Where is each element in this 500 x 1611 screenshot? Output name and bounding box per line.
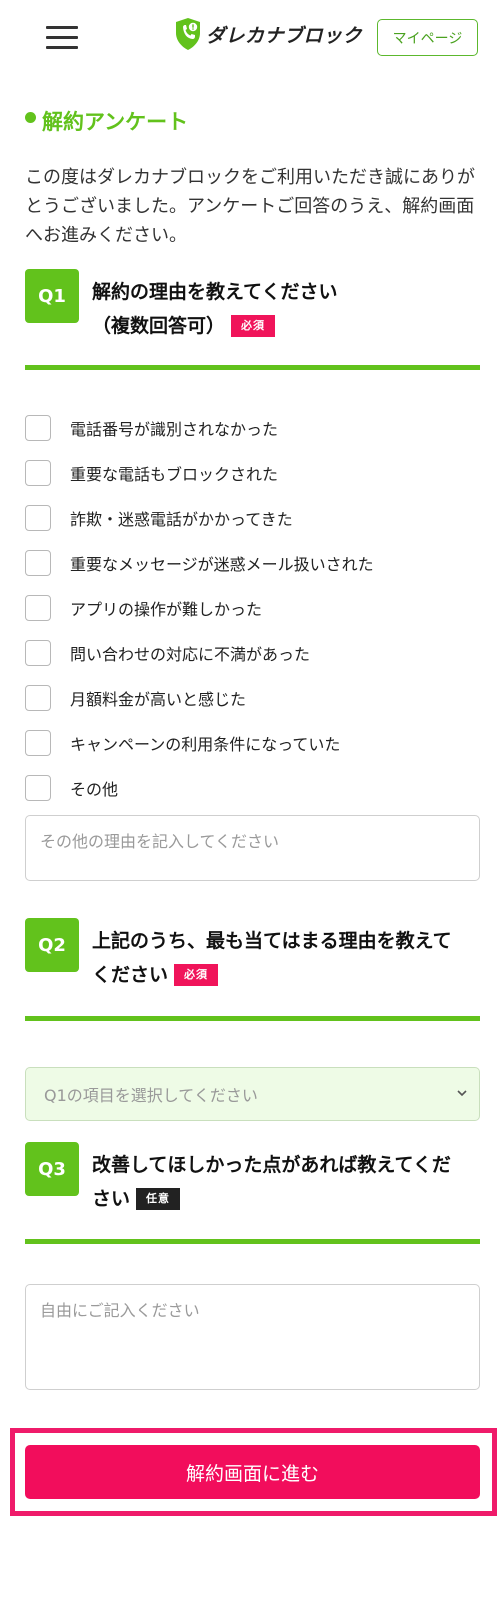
q3-title-line2: さい — [92, 1188, 131, 1210]
checkbox-option[interactable]: 電話番号が識別されなかった — [25, 415, 278, 441]
checkbox-label: 月額料金が高いと感じた — [70, 690, 247, 709]
checkbox-option[interactable]: 重要なメッセージが迷惑メール扱いされた — [25, 550, 374, 576]
checkbox-label: キャンペーンの利用条件になっていた — [70, 735, 341, 754]
checkbox[interactable] — [25, 595, 51, 621]
q2-badge: Q2 — [25, 918, 79, 972]
select-placeholder: Q1の項目を選択してください — [44, 1086, 258, 1105]
primary-reason-select[interactable]: Q1の項目を選択してください — [25, 1067, 480, 1121]
checkbox-option[interactable]: 問い合わせの対応に不満があった — [25, 640, 310, 666]
q1-title-line1: 解約の理由を教えてください — [92, 281, 338, 303]
q3-divider — [25, 1239, 480, 1244]
other-reason-input[interactable] — [25, 815, 480, 881]
required-tag: 必須 — [231, 315, 276, 337]
checkbox[interactable] — [25, 640, 51, 666]
checkbox-label: 電話番号が識別されなかった — [70, 420, 279, 439]
checkbox-label: 重要なメッセージが迷惑メール扱いされた — [70, 555, 374, 574]
checkbox-label: アプリの操作が難しかった — [70, 600, 263, 619]
q2-title-line2: ください — [92, 964, 169, 986]
q2-title: 上記のうち、最も当てはまる理由を教えて ください 必須 — [92, 924, 477, 992]
shield-phone-icon — [176, 18, 200, 50]
q3-header: Q3 改善してほしかった点があれば教えてくだ さい 任意 — [25, 1142, 480, 1247]
q1-header: Q1 解約の理由を教えてください （複数回答可） 必須 — [25, 269, 480, 372]
required-tag: 必須 — [174, 964, 219, 986]
chevron-down-icon — [457, 1090, 467, 1097]
proceed-to-cancel-button[interactable]: 解約画面に進む — [25, 1445, 480, 1499]
section-title: 解約アンケート — [25, 106, 188, 136]
logo-text: ダレカナブロック — [206, 24, 363, 47]
checkbox-option[interactable]: アプリの操作が難しかった — [25, 595, 262, 621]
improvement-input[interactable] — [25, 1284, 480, 1390]
checkbox-option[interactable]: 重要な電話もブロックされた — [25, 460, 278, 486]
section-title-text: 解約アンケート — [42, 110, 189, 134]
checkbox[interactable] — [25, 730, 51, 756]
checkbox[interactable] — [25, 685, 51, 711]
header: ダレカナブロック マイページ — [0, 0, 500, 74]
checkbox-option[interactable]: 月額料金が高いと感じた — [25, 685, 246, 711]
q1-badge: Q1 — [25, 269, 79, 323]
q1-title-line2: （複数回答可） — [92, 315, 226, 337]
bullet-dot-icon — [25, 111, 36, 123]
checkbox[interactable] — [25, 550, 51, 576]
q2-divider — [25, 1016, 480, 1021]
checkbox[interactable] — [25, 460, 51, 486]
checkbox-label: 重要な電話もブロックされた — [70, 465, 279, 484]
q1-title: 解約の理由を教えてください （複数回答可） 必須 — [92, 275, 477, 343]
q2-header: Q2 上記のうち、最も当てはまる理由を教えて ください 必須 — [25, 918, 480, 1023]
checkbox-label: 詐欺・迷惑電話がかかってきた — [70, 510, 293, 529]
checkbox[interactable] — [25, 415, 51, 441]
logo[interactable]: ダレカナブロック — [174, 16, 362, 52]
checkbox[interactable] — [25, 505, 51, 531]
q3-title-line1: 改善してほしかった点があれば教えてくだ — [92, 1154, 451, 1176]
checkbox-label: その他 — [70, 780, 119, 799]
q3-title: 改善してほしかった点があれば教えてくだ さい 任意 — [92, 1148, 477, 1216]
checkbox[interactable] — [25, 775, 51, 801]
checkbox-option[interactable]: キャンペーンの利用条件になっていた — [25, 730, 340, 756]
checkbox-option[interactable]: 詐欺・迷惑電話がかかってきた — [25, 505, 293, 531]
q3-badge: Q3 — [25, 1142, 79, 1196]
optional-tag: 任意 — [136, 1188, 181, 1210]
mypage-button[interactable]: マイページ — [377, 19, 478, 56]
q1-divider — [25, 365, 480, 370]
intro-text: この度はダレカナブロックをご利用いただき誠にありがとうございました。アンケートご… — [25, 167, 475, 246]
checkbox-label: 問い合わせの対応に不満があった — [70, 645, 311, 664]
checkbox-option[interactable]: その他 — [25, 775, 118, 801]
q2-title-line1: 上記のうち、最も当てはまる理由を教えて — [92, 930, 452, 952]
hamburger-menu-icon[interactable] — [46, 24, 78, 50]
